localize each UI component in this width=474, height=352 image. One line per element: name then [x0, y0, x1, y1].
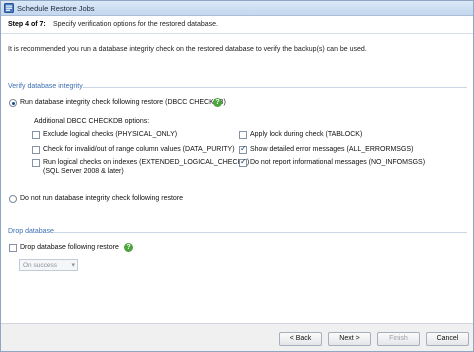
drop-section-divider — [53, 232, 467, 233]
drop-database-label: Drop database following restore — [20, 244, 119, 251]
data-purity-label: Check for invalid/out of range column va… — [43, 146, 235, 153]
next-button[interactable]: Next > — [328, 332, 371, 346]
data-purity-checkbox[interactable] — [32, 146, 40, 154]
extended-logical-checks-note: (SQL Server 2008 & later) — [43, 168, 124, 175]
step-indicator: Step 4 of 7: — [8, 21, 46, 28]
tablock-label: Apply lock during check (TABLOCK) — [250, 131, 363, 138]
step-description: Specify verification options for the res… — [53, 21, 218, 28]
back-button[interactable]: < Back — [279, 332, 322, 346]
extended-logical-checks-label: Run logical checks on indexes (EXTENDED_… — [43, 159, 250, 166]
finish-button[interactable]: Finish — [377, 332, 420, 346]
cancel-button[interactable]: Cancel — [426, 332, 469, 346]
wizard-header: Step 4 of 7: Specify verification option… — [1, 16, 473, 34]
verify-section-heading: Verify database integrity — [8, 83, 83, 90]
run-integrity-check-label: Run database integrity check following r… — [20, 99, 226, 106]
window-title: Schedule Restore Jobs — [17, 4, 95, 13]
schedule-restore-window: Schedule Restore Jobs Step 4 of 7: Speci… — [0, 0, 474, 352]
drop-database-checkbox[interactable] — [9, 244, 17, 252]
physical-only-checkbox[interactable] — [32, 131, 40, 139]
drop-condition-value: On success — [23, 262, 57, 269]
tablock-checkbox[interactable] — [239, 131, 247, 139]
no-integrity-check-radio[interactable] — [9, 195, 17, 203]
run-integrity-check-radio[interactable] — [9, 99, 17, 107]
extended-logical-checks-checkbox[interactable] — [32, 159, 40, 167]
drop-section-heading: Drop database — [8, 228, 54, 235]
intro-text: It is recommended you run a database int… — [8, 46, 367, 53]
verify-section-divider — [83, 87, 467, 88]
no-infomsgs-label: Do not report informational messages (NO… — [250, 159, 426, 166]
drop-condition-dropdown[interactable]: On success ▾ — [19, 259, 78, 271]
additional-options-label: Additional DBCC CHECKDB options: — [34, 118, 150, 125]
all-errormsgs-checkbox[interactable] — [239, 144, 247, 154]
no-integrity-check-label: Do not run database integrity check foll… — [20, 195, 184, 202]
restore-app-icon — [4, 3, 14, 13]
all-errormsgs-label: Show detailed error messages (ALL_ERRORM… — [250, 146, 414, 153]
physical-only-label: Exclude logical checks (PHYSICAL_ONLY) — [43, 131, 178, 138]
no-infomsgs-checkbox[interactable] — [239, 157, 247, 167]
help-icon[interactable]: ? — [213, 98, 222, 107]
wizard-footer: < Back Next > Finish Cancel — [1, 323, 473, 351]
title-bar: Schedule Restore Jobs — [1, 1, 473, 16]
chevron-down-icon: ▾ — [71, 262, 75, 269]
help-icon[interactable]: ? — [124, 243, 133, 252]
